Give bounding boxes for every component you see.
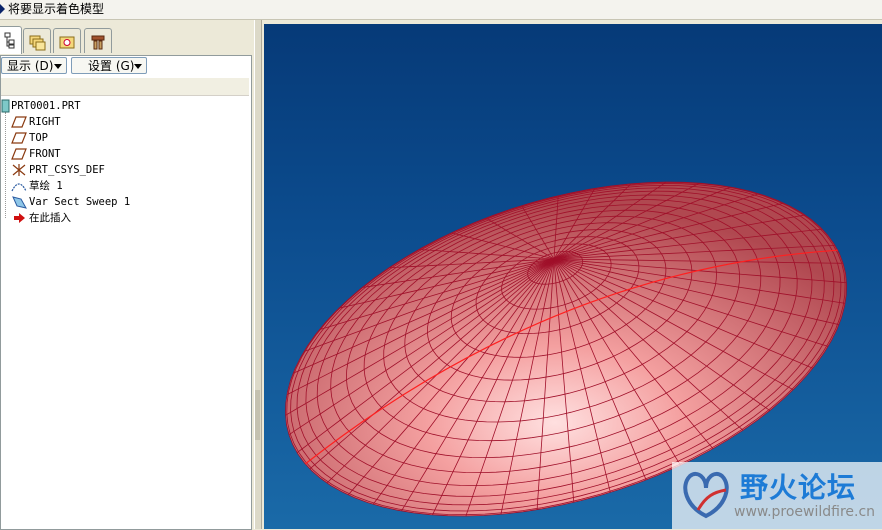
tab-model-tree[interactable] (0, 26, 22, 54)
display-dropdown[interactable]: 显示 (D) (1, 57, 67, 74)
sweep-icon (12, 196, 27, 209)
datum-plane-icon (11, 132, 27, 144)
model-tree: PRT0001.PRT RIGHT TOP FRONT PRT_CSYS_DEF (0, 78, 252, 530)
settings-dropdown[interactable]: 设置 (G) (71, 57, 147, 74)
sketch-icon (11, 183, 27, 192)
tree-root-label: PRT0001.PRT (11, 100, 81, 112)
model-tree-header (1, 78, 249, 96)
tree-item-label: 在此插入 (29, 212, 71, 224)
tree-item-label: PRT_CSYS_DEF (29, 164, 105, 176)
tree-item-label: RIGHT (29, 116, 61, 128)
watermark-title: 野火论坛 (740, 471, 857, 504)
tab-folder-browser[interactable] (23, 28, 51, 53)
folder-browser-icon (29, 35, 46, 51)
message-arrow-icon (0, 4, 5, 14)
tree-connector (5, 112, 6, 218)
splitter-bar[interactable] (254, 20, 262, 529)
favorites-icon (59, 36, 75, 49)
navigator-tabs (0, 26, 252, 54)
status-message: 将要显示着色模型 (8, 2, 105, 16)
graphics-viewport[interactable] (264, 24, 882, 529)
model-tree-icon (4, 32, 15, 49)
splitter-grip[interactable] (255, 390, 260, 440)
settings-dropdown-label: 设置 (G) (88, 59, 135, 73)
csys-icon (12, 164, 26, 176)
tree-item-label: 草绘 1 (29, 180, 63, 192)
shaded-model (285, 181, 847, 517)
navigator-panel: 显示 (D) 设置 (G) PRT0001.PRT RIGHT TOP FRON… (0, 20, 252, 530)
status-bar: 将要显示着色模型 (0, 0, 882, 20)
datum-plane-icon (11, 148, 27, 160)
tree-item-label: TOP (29, 132, 48, 144)
panel-splitter[interactable] (252, 20, 264, 529)
navigator-toolbar: 显示 (D) 设置 (G) (0, 55, 252, 79)
tree-item-label: Var Sect Sweep 1 (29, 196, 131, 208)
watermark-url: www.proewildfire.cn (734, 504, 876, 520)
watermark-logo (683, 471, 729, 519)
chevron-down-icon (54, 64, 62, 69)
tree-item-label: FRONT (29, 148, 61, 160)
tab-connections[interactable] (84, 28, 112, 53)
chevron-down-icon (134, 64, 142, 69)
display-dropdown-label: 显示 (D) (7, 59, 54, 73)
datum-plane-icon (11, 116, 27, 128)
insert-here-icon (14, 213, 25, 223)
connections-icon (91, 35, 105, 50)
watermark: 野火论坛 www.proewildfire.cn (672, 462, 882, 529)
tab-favorites[interactable] (53, 28, 81, 53)
